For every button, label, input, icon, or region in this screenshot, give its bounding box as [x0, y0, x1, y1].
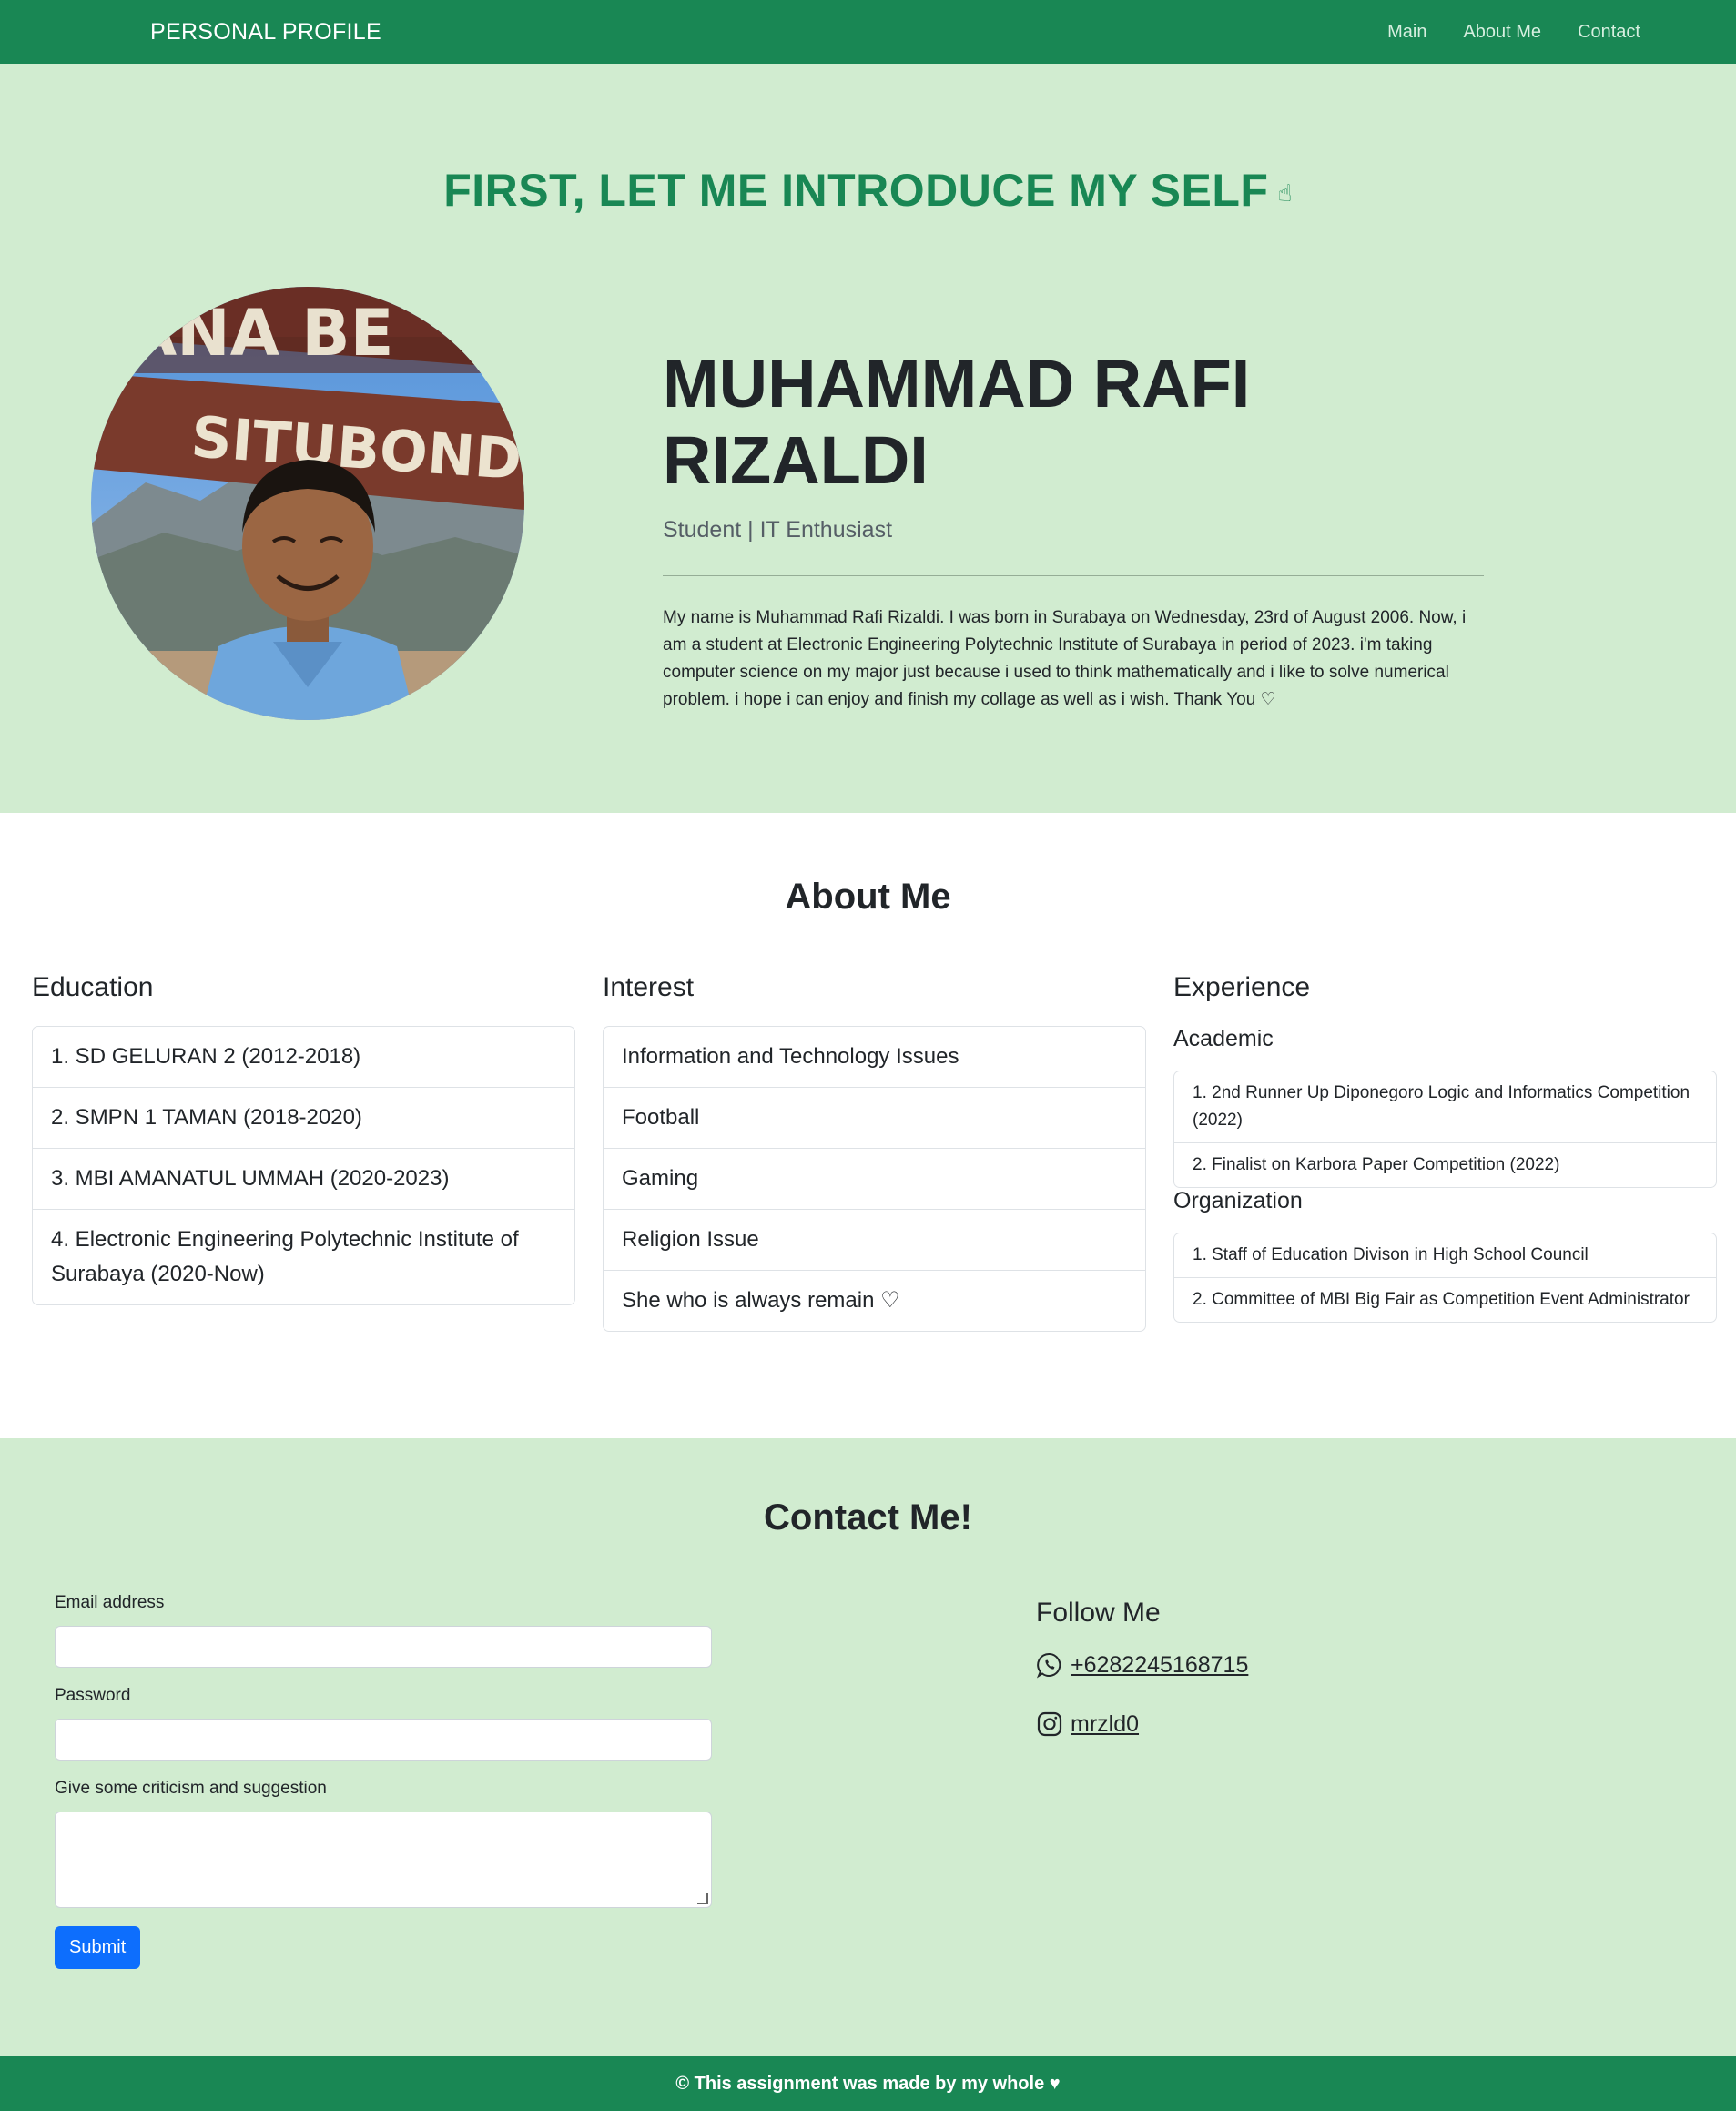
navbar: PERSONAL PROFILE Main About Me Contact: [0, 0, 1736, 64]
email-field[interactable]: [55, 1626, 712, 1668]
whatsapp-icon: [1036, 1652, 1061, 1679]
contact-title: Contact Me!: [764, 1497, 972, 1538]
organization-title: Organization: [1173, 1188, 1303, 1213]
whatsapp-number[interactable]: +6282245168715: [1071, 1652, 1248, 1679]
profile-role: Student | IT Enthusiast: [663, 517, 893, 543]
profile-photo: ANA BE SITUBONDO: [91, 287, 524, 720]
password-label: Password: [55, 1686, 131, 1705]
list-item: 1. Staff of Education Divison in High Sc…: [1193, 1245, 1589, 1264]
password-field[interactable]: [55, 1719, 712, 1761]
list-item: Information and Technology Issues: [622, 1044, 959, 1069]
interest-list: Information and Technology Issues Footba…: [603, 1026, 1146, 1332]
experience-column: Experience Academic 1. 2nd Runner Up Dip…: [1173, 972, 1717, 1323]
heart-outline-icon: ♡: [880, 1288, 900, 1313]
list-item: Football: [604, 1087, 1145, 1148]
heart-icon: ♥: [1049, 2073, 1061, 2094]
instagram-icon: [1037, 1711, 1062, 1737]
hero-section: FIRST, LET ME INTRODUCE MY SELF ☝ ANA BE …: [0, 64, 1736, 813]
list-item: 3. MBI AMANATUL UMMAH (2020-2023): [33, 1148, 574, 1209]
whatsapp-link[interactable]: +6282245168715: [1036, 1651, 1248, 1679]
footer: © This assignment was made by my whole ♥: [0, 2056, 1736, 2111]
footer-text: © This assignment was made by my whole: [675, 2073, 1045, 2094]
organization-list: 1. Staff of Education Divison in High Sc…: [1173, 1233, 1717, 1323]
list-item-text: She who is always remain: [622, 1288, 875, 1313]
nav-link-contact[interactable]: Contact: [1578, 22, 1640, 43]
suggestion-label: Give some criticism and suggestion: [55, 1779, 327, 1798]
nav-link-main[interactable]: Main: [1387, 22, 1426, 43]
submit-button[interactable]: Submit: [55, 1926, 141, 1969]
interest-title: Interest: [603, 972, 695, 1002]
suggestion-textarea[interactable]: [55, 1812, 712, 1908]
list-item: 2. Finalist on Karbora Paper Competition…: [1174, 1142, 1716, 1187]
nav-links: Main About Me Contact: [1387, 22, 1640, 43]
education-list: 1. SD GELURAN 2 (2012-2018) 2. SMPN 1 TA…: [32, 1026, 575, 1305]
education-title: Education: [32, 972, 154, 1002]
brand[interactable]: PERSONAL PROFILE: [150, 19, 381, 46]
nav-link-about[interactable]: About Me: [1463, 22, 1541, 43]
contact-section: Contact Me! Email address Password Give …: [0, 1438, 1736, 2056]
follow-section: Follow Me +6282245168715 mrzld0: [1036, 1598, 1248, 1770]
profile-bio: My name is Muhammad Rafi Rizaldi. I was …: [663, 604, 1487, 714]
hero-title: FIRST, LET ME INTRODUCE MY SELF ☝: [0, 164, 1736, 217]
academic-list: 1. 2nd Runner Up Diponegoro Logic and In…: [1173, 1071, 1717, 1188]
follow-title: Follow Me: [1036, 1598, 1161, 1628]
contact-form: Email address Password Give some critici…: [55, 1593, 712, 1969]
email-label: Email address: [55, 1593, 165, 1612]
heart-outline-icon: ♡: [1260, 690, 1276, 709]
instagram-handle[interactable]: mrzld0: [1071, 1711, 1139, 1738]
hero-title-text: FIRST, LET ME INTRODUCE MY SELF: [443, 165, 1269, 216]
list-item: She who is always remain ♡: [604, 1270, 1145, 1331]
experience-title: Experience: [1173, 972, 1311, 1002]
list-item: 1. SD GELURAN 2 (2012-2018): [51, 1044, 361, 1069]
list-item: 2. Committee of MBI Big Fair as Competit…: [1174, 1277, 1716, 1322]
list-item: 1. 2nd Runner Up Diponegoro Logic and In…: [1193, 1083, 1690, 1130]
bio-text: My name is Muhammad Rafi Rizaldi. I was …: [663, 608, 1467, 709]
profile-name: MUHAMMAD RAFI RIZALDI: [663, 346, 1251, 498]
profile-photo-illustration: ANA BE SITUBONDO: [91, 287, 524, 720]
academic-title: Academic: [1173, 1026, 1274, 1051]
list-item: Religion Issue: [604, 1209, 1145, 1270]
instagram-link[interactable]: mrzld0: [1036, 1710, 1248, 1738]
list-item: 4. Electronic Engineering Polytechnic In…: [33, 1209, 574, 1304]
about-section: About Me Education 1. SD GELURAN 2 (2012…: [0, 813, 1736, 1438]
about-title: About Me: [785, 877, 951, 917]
list-item: Gaming: [604, 1148, 1145, 1209]
interest-column: Interest Information and Technology Issu…: [603, 972, 1146, 1332]
info-divider: [663, 575, 1484, 576]
hand-pointing-icon: ☝: [1277, 179, 1293, 208]
sign-top-text: ANA BE: [127, 296, 393, 370]
education-column: Education 1. SD GELURAN 2 (2012-2018) 2.…: [32, 972, 575, 1305]
list-item: 2. SMPN 1 TAMAN (2018-2020): [33, 1087, 574, 1148]
